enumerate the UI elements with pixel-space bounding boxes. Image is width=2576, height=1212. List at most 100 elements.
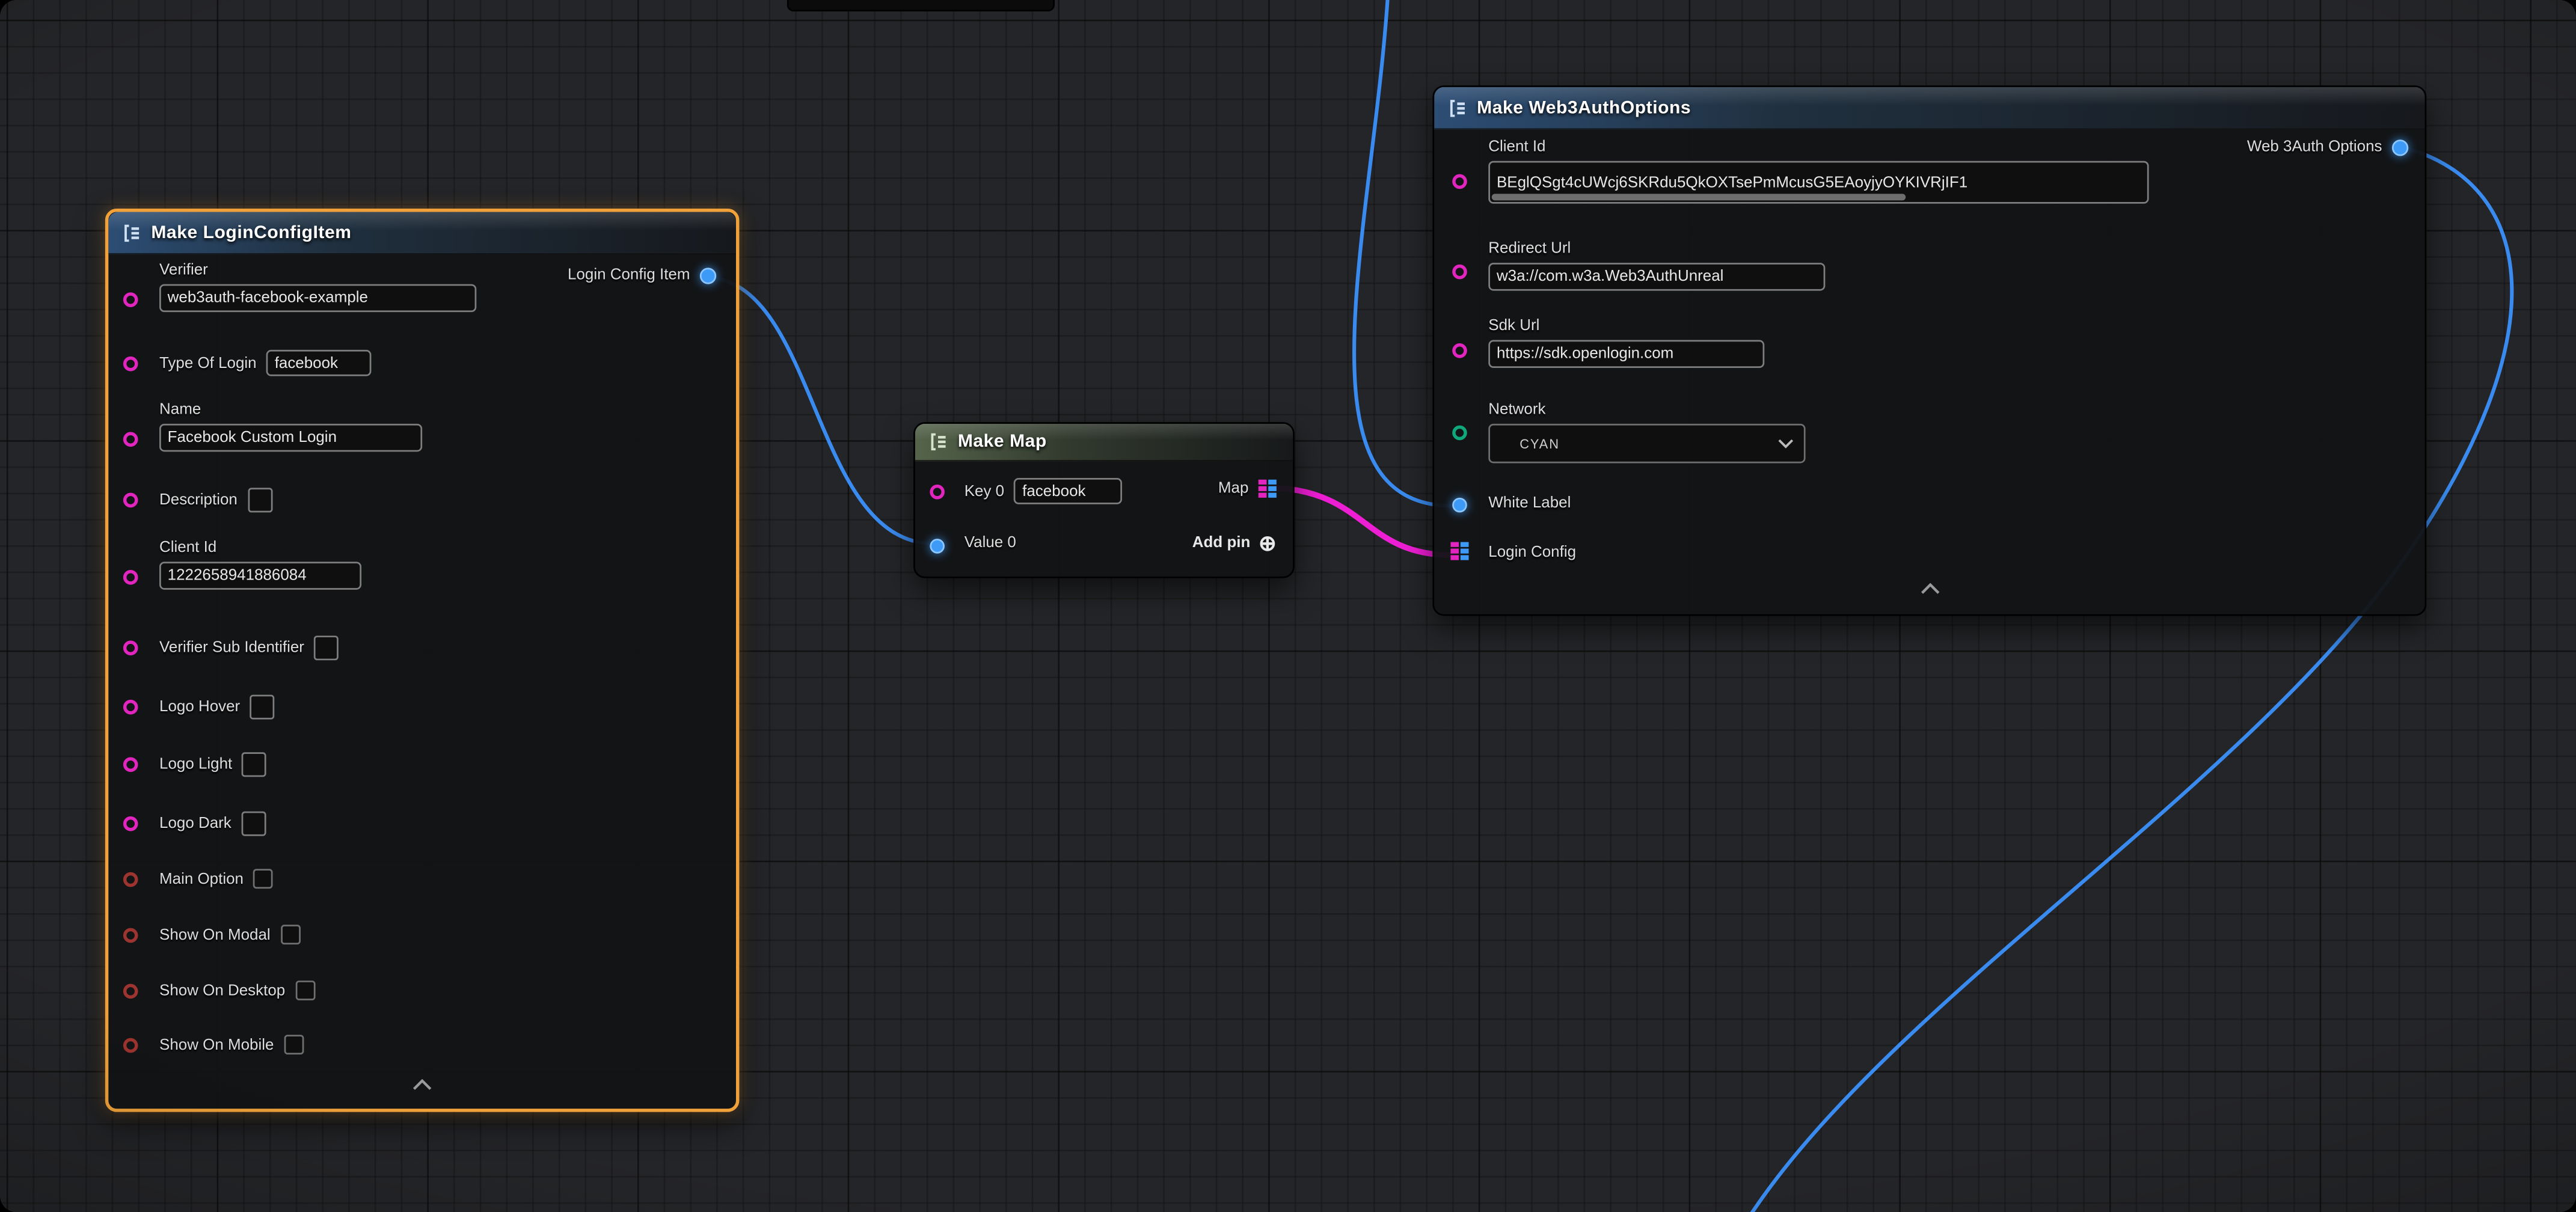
add-pin-button[interactable]: Add pin ⊕ [1192,532,1277,554]
logo-hover-input[interactable] [250,695,275,720]
pin-redirect-url[interactable] [1452,265,1467,280]
map-cell [1461,542,1469,547]
wire-map-to-loginconfig[interactable] [1273,488,1452,555]
pin-name[interactable] [123,432,138,447]
network-selected-value: CYAN [1490,436,1560,451]
pin-client-id[interactable] [1452,174,1467,189]
verifier-sub-identifier-input[interactable] [314,635,339,660]
pin-login-config[interactable] [1450,542,1468,560]
output-login-config-item: Login Config Item [568,266,716,284]
pin-value0[interactable] [930,539,945,554]
field-client-id: Client Id [1488,138,2148,203]
map-cell [1461,555,1469,560]
key0-input[interactable] [1014,478,1123,504]
name-input[interactable] [159,424,422,451]
show-on-modal-label: Show On Modal [159,926,271,944]
wire-loginconfigitem-to-value0[interactable] [711,278,933,544]
node-make-web3authoptions[interactable]: Make Web3AuthOptions Web 3Auth Options C… [1432,85,2426,616]
field-show-on-modal: Show On Modal [159,925,300,944]
show-on-desktop-label: Show On Desktop [159,981,285,999]
pin-show-on-desktop[interactable] [123,984,138,999]
node-header[interactable]: Make LoginConfigItem [108,212,736,254]
offscreen-node-edge[interactable] [787,0,1055,11]
collapse-button[interactable] [411,1079,434,1091]
collapse-button[interactable] [1918,583,1941,595]
sdk-url-input[interactable] [1488,340,1764,368]
white-label-label: White Label [1488,494,1571,512]
map-cell [1268,493,1277,498]
pin-logo-hover[interactable] [123,700,138,715]
pin-logo-light[interactable] [123,757,138,772]
pin-key0[interactable] [930,485,945,500]
network-dropdown[interactable]: CYAN [1488,424,1805,464]
chevron-down-icon [1777,438,1794,448]
node-title: Make Map [958,432,1047,452]
field-description: Description [159,488,272,512]
logo-light-label: Logo Light [159,756,232,774]
node-make-loginconfigitem[interactable]: Make LoginConfigItem Login Config Item V… [105,209,740,1112]
map-cell [1259,493,1267,498]
output-map: Map [1218,480,1277,498]
pin-logo-dark[interactable] [123,816,138,831]
client-id-label: Client Id [159,539,216,557]
pin-main-option[interactable] [123,872,138,887]
field-network: Network CYAN [1488,401,1805,464]
show-on-mobile-label: Show On Mobile [159,1036,274,1054]
field-show-on-desktop: Show On Desktop [159,981,314,1000]
field-show-on-mobile: Show On Mobile [159,1035,304,1054]
show-on-desktop-checkbox[interactable] [295,981,315,1000]
client-id-fieldwrap [1488,161,2148,204]
redirect-url-input[interactable] [1488,263,1825,290]
map-cell [1268,480,1277,485]
map-cell [1259,486,1267,491]
client-id-scrollbar[interactable] [1492,194,1906,200]
pin-client-id[interactable] [123,570,138,585]
value0-label: Value 0 [964,534,1016,552]
blueprint-canvas[interactable]: Make LoginConfigItem Login Config Item V… [0,0,2576,1212]
pin-verifier-sub-identifier[interactable] [123,641,138,656]
node-header[interactable]: Make Map [915,424,1293,462]
main-option-label: Main Option [159,870,244,888]
name-label: Name [159,401,201,419]
field-redirect-url: Redirect Url [1488,240,1825,291]
description-input[interactable] [247,488,272,512]
map-cell [1450,542,1459,547]
logo-light-input[interactable] [242,752,267,777]
show-on-mobile-checkbox[interactable] [284,1035,304,1054]
show-on-modal-checkbox[interactable] [280,925,300,944]
map-cell [1268,486,1277,491]
main-option-checkbox[interactable] [253,869,273,889]
logo-dark-label: Logo Dark [159,815,232,833]
field-logo-dark: Logo Dark [159,812,266,836]
verifier-input[interactable] [159,284,476,312]
node-header[interactable]: Make Web3AuthOptions [1434,87,2424,130]
map-output-label: Map [1218,480,1249,498]
pin-show-on-mobile[interactable] [123,1038,138,1053]
client-id-input[interactable] [159,562,361,589]
map-cell [1450,549,1459,554]
field-white-label: White Label [1488,494,1571,512]
pin-web3auth-options-output[interactable] [2392,139,2408,155]
description-label: Description [159,491,238,509]
field-logo-hover: Logo Hover [159,695,275,720]
node-title: Make LoginConfigItem [151,222,351,242]
map-cell [1259,480,1267,485]
pin-type-of-login[interactable] [123,357,138,372]
pin-network[interactable] [1452,426,1467,441]
key0-label: Key 0 [964,482,1004,500]
pin-description[interactable] [123,493,138,508]
type-of-login-label: Type Of Login [159,354,257,372]
pin-white-label[interactable] [1452,498,1467,513]
node-make-map[interactable]: Make Map Key 0 Map Value 0 Add pin ⊕ [913,422,1295,578]
pin-verifier[interactable] [123,292,138,307]
type-of-login-input[interactable] [266,350,372,376]
pin-show-on-modal[interactable] [123,928,138,943]
pin-login-config-item-output[interactable] [700,267,716,283]
field-verifier: Verifier [159,261,476,312]
map-pin-icon[interactable] [1259,480,1277,498]
add-pin-plus-icon: ⊕ [1259,532,1277,554]
field-value0: Value 0 [964,534,1016,552]
logo-dark-input[interactable] [241,812,266,836]
pin-sdk-url[interactable] [1452,343,1467,358]
field-verifier-sub-identifier: Verifier Sub Identifier [159,635,339,660]
